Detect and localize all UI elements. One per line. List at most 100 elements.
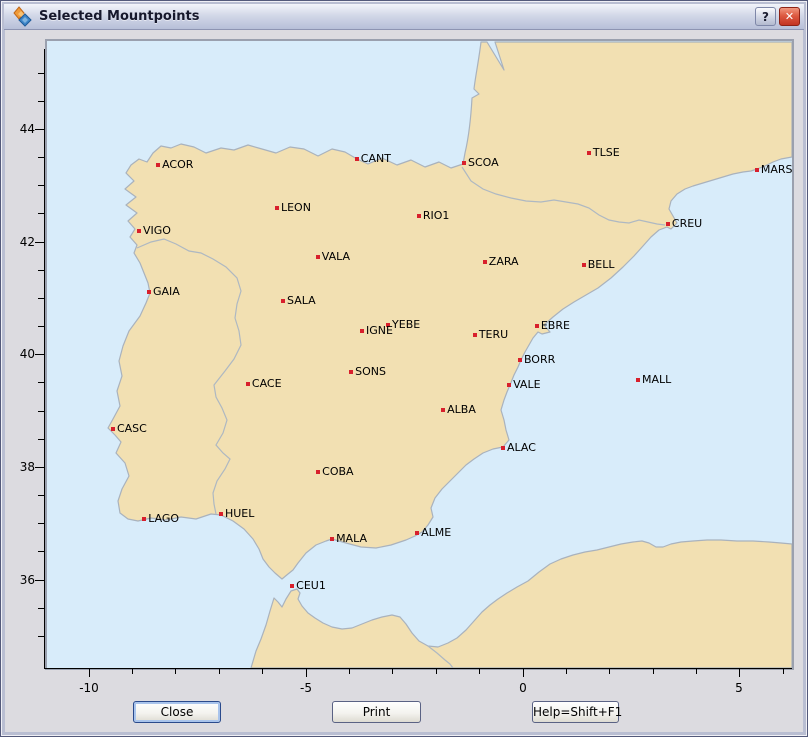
station-marker-VALA bbox=[316, 255, 320, 259]
y-minor-tick bbox=[38, 101, 44, 102]
x-minor-tick bbox=[696, 669, 697, 674]
y-minor-tick bbox=[38, 608, 44, 609]
y-minor-tick bbox=[38, 495, 44, 496]
station-marker-MARS bbox=[755, 168, 759, 172]
station-marker-MALA bbox=[330, 537, 334, 541]
x-minor-tick bbox=[219, 669, 220, 674]
close-button[interactable]: Close bbox=[133, 701, 221, 723]
station-marker-LAGO bbox=[142, 517, 146, 521]
station-label-MALL: MALL bbox=[642, 373, 671, 386]
y-minor-tick bbox=[38, 298, 44, 299]
station-marker-SONS bbox=[349, 370, 353, 374]
map-plot-area bbox=[45, 39, 794, 670]
station-marker-EBRE bbox=[535, 324, 539, 328]
station-label-CACE: CACE bbox=[252, 377, 282, 390]
station-marker-VIGO bbox=[137, 229, 141, 233]
x-major-tick bbox=[523, 669, 524, 677]
y-major-tick bbox=[35, 242, 44, 243]
station-label-YEBE: YEBE bbox=[392, 318, 420, 331]
y-minor-tick bbox=[38, 636, 44, 637]
station-label-IGNE: IGNE bbox=[366, 324, 393, 337]
y-major-tick bbox=[35, 354, 44, 355]
y-minor-tick bbox=[38, 270, 44, 271]
station-marker-CANT bbox=[355, 157, 359, 161]
y-minor-tick bbox=[38, 523, 44, 524]
station-marker-BORR bbox=[518, 358, 522, 362]
y-minor-tick bbox=[38, 439, 44, 440]
x-major-tick bbox=[306, 669, 307, 677]
station-marker-SALA bbox=[281, 299, 285, 303]
x-minor-tick bbox=[783, 669, 784, 674]
y-tick-label: 38 bbox=[7, 460, 35, 474]
station-label-COBA: COBA bbox=[322, 465, 353, 478]
iberia-map bbox=[47, 41, 792, 668]
y-minor-tick bbox=[38, 382, 44, 383]
station-marker-ALBA bbox=[441, 408, 445, 412]
station-marker-ALME bbox=[415, 531, 419, 535]
y-tick-label: 42 bbox=[7, 235, 35, 249]
station-label-TERU: TERU bbox=[479, 328, 508, 341]
y-minor-tick bbox=[38, 411, 44, 412]
y-minor-tick bbox=[38, 326, 44, 327]
station-marker-CACE bbox=[246, 382, 250, 386]
x-minor-tick bbox=[566, 669, 567, 674]
dialog-window: Selected Mountpoints ? ✕ 4442403836-10-5… bbox=[0, 0, 808, 737]
station-label-ALME: ALME bbox=[421, 526, 451, 539]
station-label-CEU1: CEU1 bbox=[296, 579, 326, 592]
station-marker-BELL bbox=[582, 263, 586, 267]
station-label-MALA: MALA bbox=[336, 532, 367, 545]
x-minor-tick bbox=[262, 669, 263, 674]
x-tick-label: 0 bbox=[503, 681, 543, 695]
station-marker-GAIA bbox=[147, 290, 151, 294]
station-marker-TLSE bbox=[587, 151, 591, 155]
station-marker-RIO1 bbox=[417, 214, 421, 218]
y-minor-tick bbox=[38, 213, 44, 214]
station-label-CASC: CASC bbox=[117, 422, 147, 435]
help-button[interactable]: Help=Shift+F1 bbox=[532, 701, 619, 723]
station-label-VIGO: VIGO bbox=[143, 224, 171, 237]
station-marker-LEON bbox=[275, 206, 279, 210]
station-marker-COBA bbox=[316, 470, 320, 474]
station-marker-CREU bbox=[666, 222, 670, 226]
y-major-tick bbox=[35, 467, 44, 468]
map-dialog-client: 4442403836-10-505 ACORCANTSCOATLSEMARSLE… bbox=[1, 1, 808, 737]
x-minor-tick bbox=[175, 669, 176, 674]
station-label-MARS: MARS bbox=[761, 163, 793, 176]
y-minor-tick bbox=[38, 73, 44, 74]
station-label-LEON: LEON bbox=[281, 201, 311, 214]
y-major-tick bbox=[35, 129, 44, 130]
station-label-LAGO: LAGO bbox=[148, 512, 179, 525]
station-label-TLSE: TLSE bbox=[593, 146, 620, 159]
station-label-SONS: SONS bbox=[355, 365, 386, 378]
station-label-SALA: SALA bbox=[287, 294, 316, 307]
y-tick-label: 36 bbox=[7, 573, 35, 587]
x-minor-tick bbox=[609, 669, 610, 674]
station-label-SCOA: SCOA bbox=[468, 156, 499, 169]
station-marker-ACOR bbox=[156, 163, 160, 167]
station-label-GAIA: GAIA bbox=[153, 285, 180, 298]
station-label-ALAC: ALAC bbox=[507, 441, 536, 454]
station-label-EBRE: EBRE bbox=[541, 319, 570, 332]
station-marker-HUEL bbox=[219, 512, 223, 516]
x-tick-label: -5 bbox=[286, 681, 326, 695]
station-label-VALA: VALA bbox=[322, 250, 350, 263]
station-marker-MALL bbox=[636, 378, 640, 382]
y-minor-tick bbox=[38, 185, 44, 186]
station-label-ACOR: ACOR bbox=[162, 158, 193, 171]
station-marker-CASC bbox=[111, 427, 115, 431]
y-tick-label: 40 bbox=[7, 347, 35, 361]
x-tick-label: -10 bbox=[69, 681, 109, 695]
station-marker-VALE bbox=[507, 383, 511, 387]
y-minor-tick bbox=[38, 551, 44, 552]
x-minor-tick bbox=[392, 669, 393, 674]
x-axis-line bbox=[44, 668, 792, 669]
station-marker-ZARA bbox=[483, 260, 487, 264]
station-label-BELL: BELL bbox=[588, 258, 615, 271]
print-button[interactable]: Print bbox=[332, 701, 421, 723]
x-minor-tick bbox=[436, 669, 437, 674]
station-label-VALE: VALE bbox=[513, 378, 540, 391]
y-major-tick bbox=[35, 580, 44, 581]
station-label-BORR: BORR bbox=[524, 353, 555, 366]
x-minor-tick bbox=[653, 669, 654, 674]
x-tick-label: 5 bbox=[719, 681, 759, 695]
